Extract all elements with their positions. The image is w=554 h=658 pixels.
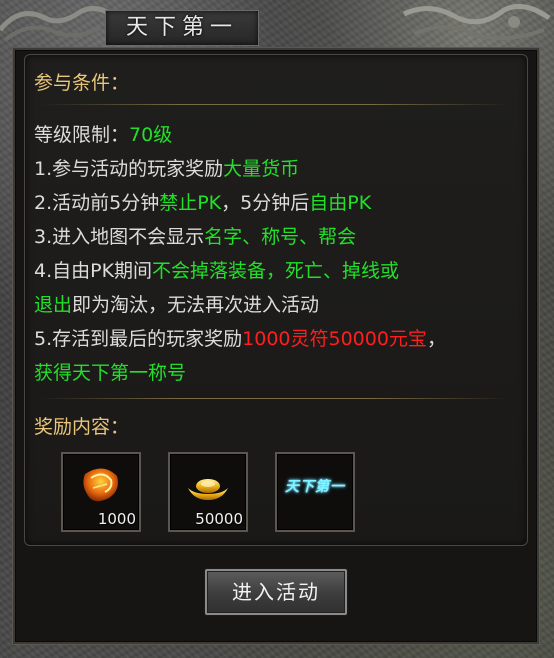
rule-5-title-highlight: 获得天下第一称号 (34, 362, 187, 384)
reward-slot-gold-ingot[interactable]: 50000 (168, 452, 248, 532)
window-title: 天下第一 (125, 15, 238, 40)
dragon-ornament-right-icon (402, 3, 551, 41)
rule-2-text-b: ，5分钟后 (221, 192, 310, 214)
level-value: 70级 (129, 124, 173, 146)
title-plate: 天下第一 (105, 10, 259, 46)
rule-3-highlight: 名字、称号、帮会 (204, 226, 357, 248)
reward-slot-title-badge[interactable]: 天下第一 (275, 452, 355, 532)
level-label: 等级限制： (34, 124, 130, 146)
rule-4-continued: 退出即为淘汰，无法再次进入活动 (34, 290, 319, 317)
rule-5-text: 5.存活到最后的玩家奖励 (34, 328, 243, 350)
rule-3: 3.进入地图不会显示名字、称号、帮会 (34, 222, 356, 249)
rule-5-reward-highlight: 1000灵符50000元宝 (242, 328, 427, 350)
rule-4-highlight: 不会掉落装备，死亡、掉线或 (152, 260, 400, 282)
rule-4-text-end: 即为淘汰，无法再次进入活动 (72, 294, 320, 316)
rule-2-highlight-a: 禁止PK (159, 192, 222, 214)
rule-1-text: 1.参与活动的玩家奖励 (34, 158, 224, 180)
rule-5: 5.存活到最后的玩家奖励1000灵符50000元宝， (34, 324, 446, 351)
rule-3-text: 3.进入地图不会显示 (34, 226, 205, 248)
rule-5-comma: ， (426, 328, 446, 350)
rule-4-text: 4.自由PK期间 (34, 260, 153, 282)
requirements-heading: 参与条件： (34, 72, 130, 94)
rule-4-highlight-exit: 退出 (34, 294, 73, 316)
separator-top (40, 104, 510, 105)
title-badge-icon: 天下第一 (285, 479, 345, 495)
enter-activity-button[interactable]: 进入活动 (205, 569, 347, 615)
reward-qty-talisman: 1000 (97, 510, 136, 528)
rule-4: 4.自由PK期间不会掉落装备，死亡、掉线或 (34, 256, 399, 283)
separator-bottom (40, 398, 510, 399)
rule-2-text-a: 2.活动前5分钟 (34, 192, 160, 214)
rule-5-continued: 获得天下第一称号 (34, 358, 186, 385)
rule-1-highlight: 大量货币 (223, 158, 300, 180)
rule-2-highlight-b: 自由PK (309, 192, 372, 214)
dragon-ornament-left-icon (0, 6, 112, 42)
level-requirement: 等级限制：70级 (34, 120, 172, 147)
rule-1: 1.参与活动的玩家奖励大量货币 (34, 154, 299, 181)
reward-qty-gold-ingot: 50000 (195, 510, 243, 528)
rule-2: 2.活动前5分钟禁止PK，5分钟后自由PK (34, 188, 371, 215)
rewards-heading: 奖励内容： (34, 416, 130, 438)
reward-slot-talisman[interactable]: 1000 (61, 452, 141, 532)
